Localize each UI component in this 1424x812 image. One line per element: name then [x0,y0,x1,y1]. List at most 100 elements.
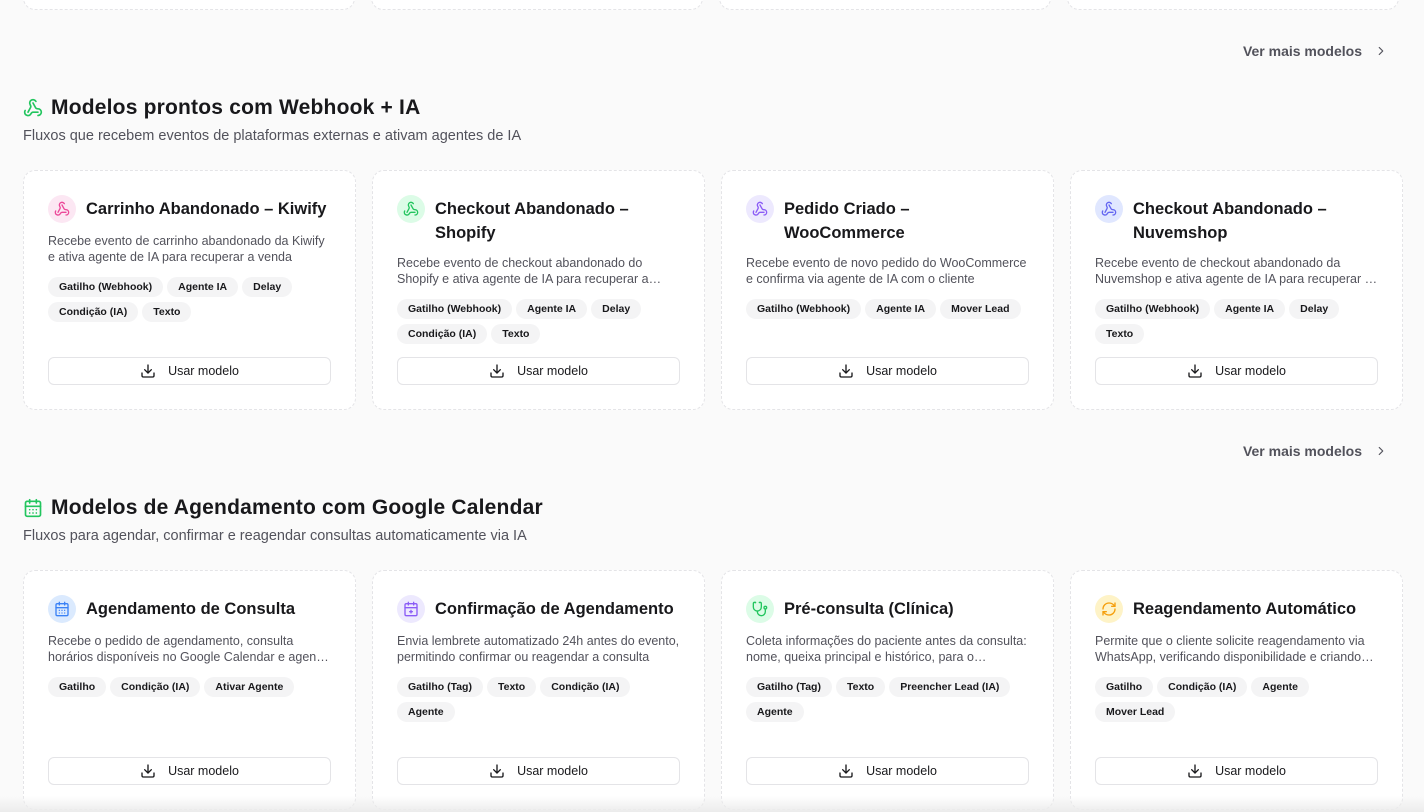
webhook-icon [48,195,76,223]
use-template-label: Usar modelo [168,364,239,378]
node-tag: Gatilho [1095,677,1154,697]
use-template-label: Usar modelo [168,764,239,778]
card-description: Recebe evento de carrinho abandonado da … [48,234,325,264]
template-card: Agendamento de Consulta Recebe o pedido d… [23,570,356,810]
section-subtitle: Fluxos que recebem eventos de plataforma… [23,128,522,144]
use-template-label: Usar modelo [517,764,588,778]
node-tag: Agente IA [865,299,937,319]
webhook-icon [1095,195,1123,223]
card-tags: Gatilho Condição (IA) Agente Mover Lead [1095,677,1378,722]
node-tag: Mover Lead [940,299,1021,319]
card-description: Permite que o cliente solicite reagendam… [1095,634,1365,664]
download-icon [141,764,155,778]
template-card: Pedido Criado – WooCommerce Recebe evento… [721,170,1054,410]
webhook-section-header: Modelos prontos com Webhook + IA Fluxos … [23,96,521,144]
node-tag: Agente [397,702,455,722]
download-icon [1188,764,1202,778]
template-card [371,0,703,10]
template-card [719,0,1051,10]
use-template-button[interactable]: Usar modelo [1095,357,1378,385]
use-template-button[interactable]: Usar modelo [397,357,680,385]
card-title: Reagendamento Automático [1133,600,1357,618]
node-tag: Gatilho [48,677,107,697]
template-card: Checkout Abandonado – Shopify Recebe even… [372,170,705,410]
card-header: Agendamento de Consulta [48,595,331,623]
calendar-icon [23,498,43,518]
stethoscope-icon [746,595,774,623]
node-tag: Texto [1095,324,1145,344]
node-tag: Gatilho (Tag) [397,677,483,697]
card-tags: Gatilho Condição (IA) Ativar Agente [48,677,331,697]
card-description: Recebe o pedido de agendamento, consulta… [48,634,331,664]
download-icon [839,364,853,378]
node-tag: Preencher Lead (IA) [889,677,1011,697]
card-description: Envia lembrete automatizado 24h antes do… [397,634,680,664]
use-template-label: Usar modelo [866,364,937,378]
use-template-button[interactable]: Usar modelo [397,757,680,785]
card-tags: Gatilho (Webhook) Agente IA Delay Condição … [397,299,680,344]
card-description: Recebe evento de checkout abandonado da … [1095,256,1372,286]
node-tag: Ativar Agente [204,677,295,697]
section-title-text: Modelos de Agendamento com Google Calend… [51,496,543,519]
see-more-templates-link[interactable]: Ver mais modelos [1243,443,1388,459]
node-tag: Condição (IA) [540,677,631,697]
see-more-templates-link[interactable]: Ver mais modelos [1243,43,1388,59]
use-template-label: Usar modelo [866,764,937,778]
chevron-right-icon [1378,446,1384,456]
webhook-icon [23,98,43,118]
node-tag: Gatilho (Webhook) [746,299,862,319]
card-title: Carrinho Abandonado – Kiwify [86,200,327,218]
calendar-cards: Agendamento de Consulta Recebe o pedido d… [23,570,1403,810]
download-icon [490,764,504,778]
node-tag: Delay [242,277,293,297]
node-tag: Texto [835,677,886,697]
card-header: Pedido Criado – WooCommerce [746,195,1029,245]
node-tag: Texto [491,324,541,344]
use-template-button[interactable]: Usar modelo [48,757,331,785]
use-template-label: Usar modelo [1215,764,1286,778]
card-tags: Gatilho (Webhook) Agente IA Mover Lead [746,299,1029,319]
template-card: Pré-consulta (Clínica) Coleta informações… [721,570,1054,810]
node-tag: Agente [746,702,804,722]
download-icon [839,764,853,778]
card-title: Agendamento de Consulta [86,600,296,618]
section-title: Modelos de Agendamento com Google Calend… [23,496,543,520]
card-header: Checkout Abandonado – Shopify [397,195,680,245]
card-tags: Gatilho (Tag) Texto Preencher Lead (IA) Age… [746,677,1029,722]
node-tag: Texto [142,302,192,322]
webhook-icon [746,195,774,223]
use-template-button[interactable]: Usar modelo [48,357,331,385]
template-card: Carrinho Abandonado – Kiwify Recebe event… [23,170,356,410]
card-title: Checkout Abandonado – Nuvemshop [1133,200,1327,242]
node-tag: Agente IA [167,277,239,297]
node-tag: Texto [486,677,537,697]
use-template-button[interactable]: Usar modelo [746,357,1029,385]
card-header: Checkout Abandonado – Nuvemshop [1095,195,1378,245]
use-template-label: Usar modelo [1215,364,1286,378]
card-tags: Gatilho (Tag) Texto Condição (IA) Agente [397,677,680,722]
node-tag: Agente [1251,677,1310,697]
download-icon [490,364,504,378]
section-title-text: Modelos prontos com Webhook + IA [51,96,421,119]
refresh-icon [1095,595,1123,623]
card-description: Recebe evento de checkout abandonado do … [397,256,649,286]
calendar-check-icon [397,595,425,623]
download-icon [141,364,155,378]
node-tag: Delay [591,299,642,319]
see-more-label: Ver mais modelos [1242,443,1362,459]
calendar-section-header: Modelos de Agendamento com Google Calend… [23,496,543,544]
use-template-label: Usar modelo [517,364,588,378]
templates-page: Ver mais modelos Modelos prontos com Web… [0,0,1424,812]
use-template-button[interactable]: Usar modelo [1095,757,1378,785]
card-header: Pré-consulta (Clínica) [746,595,1029,623]
section-subtitle: Fluxos para agendar, confirmar e reagend… [23,528,527,544]
use-template-button[interactable]: Usar modelo [746,757,1029,785]
calendar-icon [48,595,76,623]
node-tag: Condição (IA) [397,324,488,344]
card-tags: Gatilho (Webhook) Agente IA Delay Texto [1095,299,1378,344]
node-tag: Agente IA [516,299,588,319]
node-tag: Agente IA [1214,299,1286,319]
template-card [1067,0,1399,10]
template-card: Reagendamento Automático Permite que o cl… [1070,570,1403,810]
template-card [23,0,355,10]
